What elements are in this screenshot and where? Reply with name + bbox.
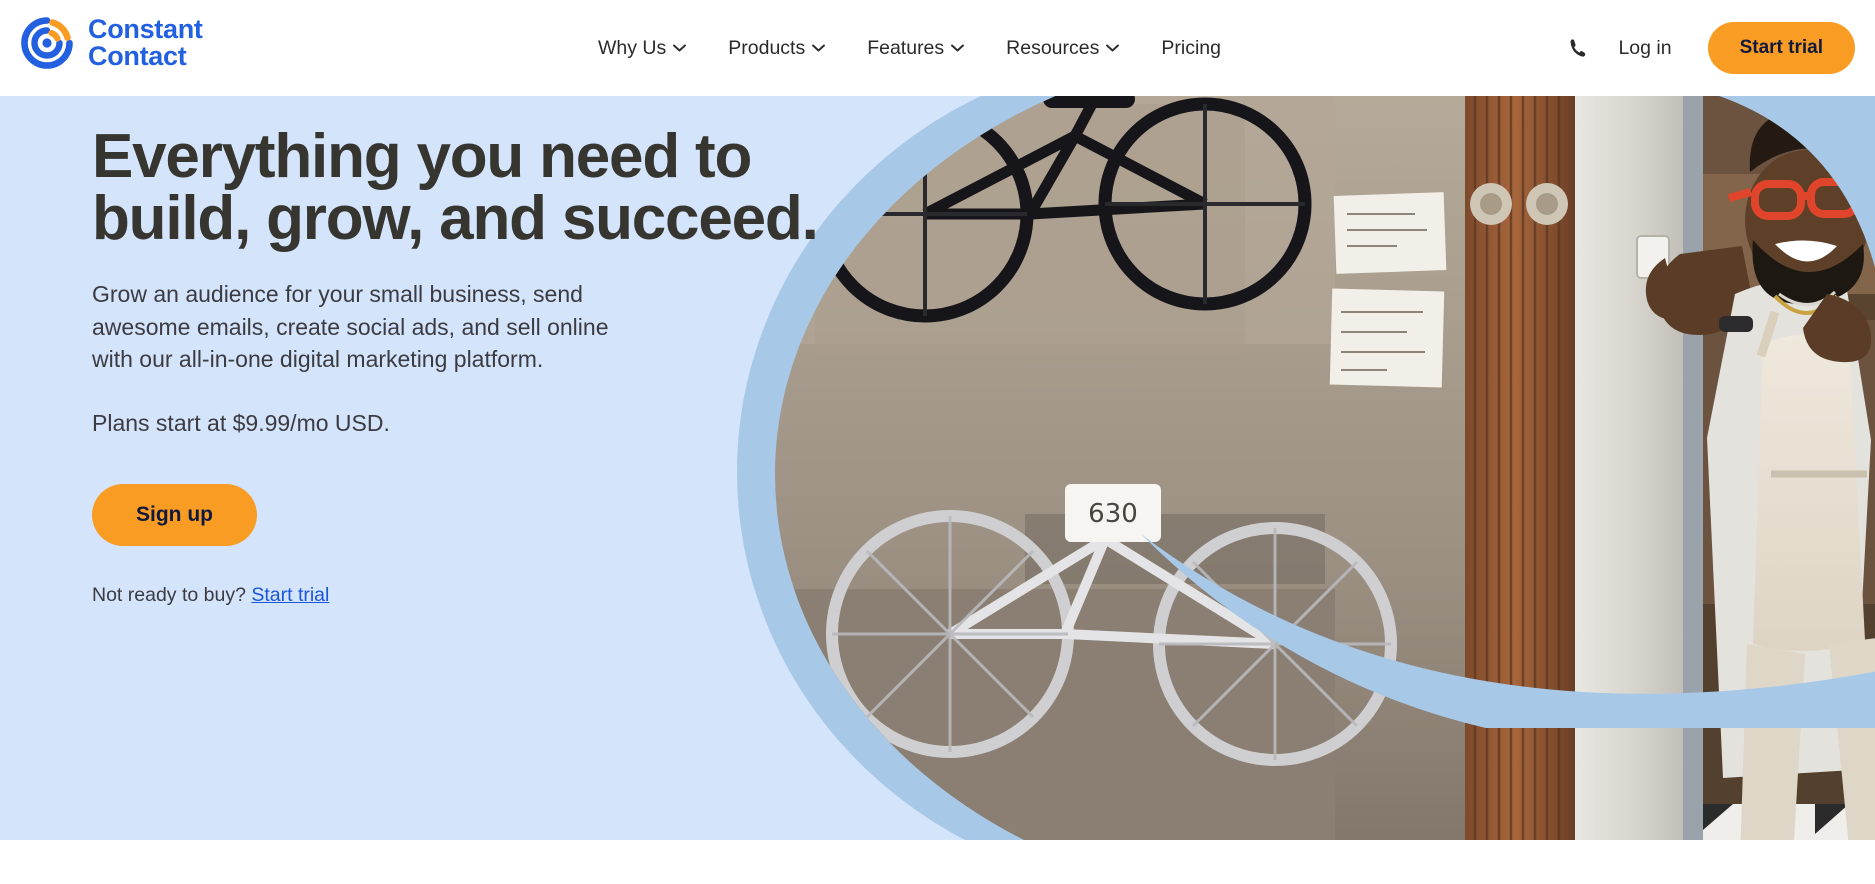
primary-navigation: Why Us Products Features Resources Prici…	[598, 0, 1221, 96]
nav-item-resources[interactable]: Resources	[1006, 36, 1120, 60]
log-in-link[interactable]: Log in	[1618, 37, 1671, 60]
nav-item-why-us[interactable]: Why Us	[598, 36, 687, 60]
hero-blue-corner-shape	[1718, 96, 1875, 268]
logo-word-line1: Constant	[88, 14, 203, 44]
start-trial-button[interactable]: Start trial	[1707, 22, 1855, 74]
page-title: Everything you need to build, grow, and …	[92, 126, 952, 250]
page-root: Constant Contact Why Us Products Feature…	[0, 0, 1875, 884]
not-ready-label: Not ready to buy?	[92, 583, 252, 606]
chevron-down-icon	[1106, 44, 1120, 52]
headline-line-1: Everything you need to	[92, 122, 752, 191]
subcopy-line-3: with our all-in-one digital marketing pl…	[92, 346, 544, 373]
hero-copy: Everything you need to build, grow, and …	[92, 126, 952, 607]
subcopy-line-1: Grow an audience for your small business…	[92, 281, 583, 307]
chevron-down-icon	[673, 44, 687, 52]
pricing-text: Plans start at $9.99/mo USD.	[92, 409, 390, 436]
nav-item-label: Resources	[1006, 36, 1100, 59]
page-bottom-spacer	[0, 840, 1875, 884]
logo-wordmark: Constant Contact	[88, 16, 203, 70]
nav-item-pricing[interactable]: Pricing	[1161, 37, 1221, 60]
nav-item-label: Products	[728, 36, 806, 59]
hero-section: 630 Everything you need to build, grow, …	[0, 96, 1875, 840]
hero-blue-swoosh	[1141, 534, 1875, 728]
start-trial-link[interactable]: Start trial	[251, 584, 329, 606]
hero-subcopy: Grow an audience for your small business…	[92, 278, 672, 376]
sign-up-button[interactable]: Sign up	[92, 483, 257, 546]
logo[interactable]: Constant Contact	[16, 12, 203, 74]
site-header: Constant Contact Why Us Products Feature…	[0, 0, 1875, 96]
not-ready-row: Not ready to buy? Start trial	[92, 584, 952, 607]
nav-item-features[interactable]: Features	[867, 36, 965, 60]
header-actions: Log in Start trial	[1566, 0, 1855, 96]
chevron-down-icon	[951, 44, 965, 52]
nav-item-label: Features	[867, 36, 945, 59]
phone-handset-icon[interactable]	[1566, 37, 1588, 59]
nav-item-label: Why Us	[598, 36, 667, 59]
svg-text:630: 630	[1088, 499, 1138, 529]
constant-contact-swirl-logo-icon	[21, 17, 73, 69]
headline-line-2: build, grow, and succeed.	[92, 184, 819, 253]
nav-item-products[interactable]: Products	[728, 36, 826, 60]
chevron-down-icon	[812, 44, 826, 52]
nav-item-label: Pricing	[1161, 36, 1221, 59]
subcopy-line-2: awesome emails, create social ads, and s…	[92, 313, 609, 340]
logo-word-line2: Contact	[88, 41, 187, 71]
